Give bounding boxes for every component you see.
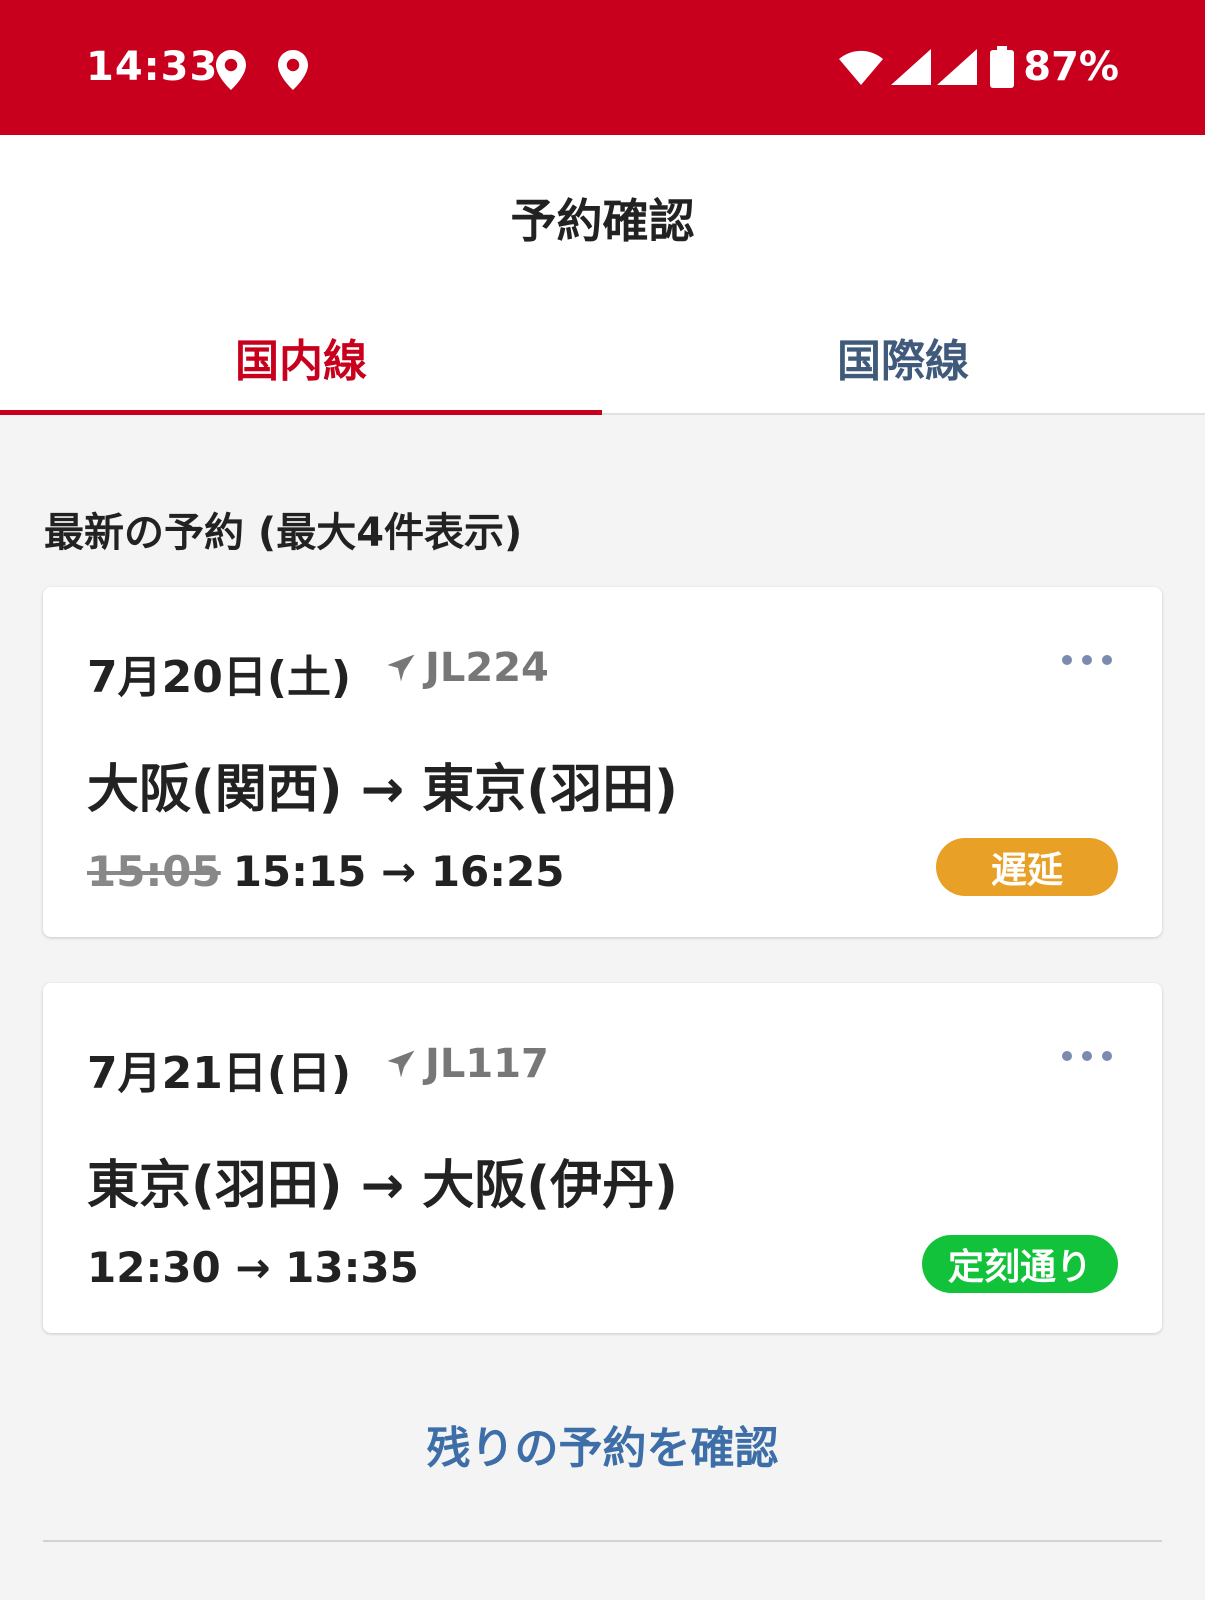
tab-domestic[interactable]: 国内線 (0, 325, 602, 389)
flight-number-text: JL224 (425, 645, 549, 691)
status-badge: 定刻通り (922, 1235, 1118, 1293)
status-time: 14:33 (86, 44, 219, 90)
status-indicators: 87% (837, 44, 1119, 90)
flight-times: 12:30 → 13:35 (87, 1243, 419, 1292)
reservation-card[interactable]: 7月20日(土) JL224 大阪(関西) → 東京(羽田) 15:05 15:1… (43, 587, 1162, 937)
tab-divider (602, 413, 1205, 415)
reservation-card[interactable]: 7月21日(日) JL117 東京(羽田) → 大阪(伊丹) 12:30 → 1… (43, 983, 1162, 1333)
battery-icon (990, 46, 1015, 88)
airplane-icon (387, 1050, 415, 1078)
airplane-icon (387, 654, 415, 682)
flight-number: JL224 (383, 645, 549, 691)
location-icon (278, 50, 308, 90)
route: 大阪(関西) → 東京(羽田) (87, 760, 678, 820)
status-badge: 遅延 (936, 838, 1118, 896)
signal-icon (937, 49, 978, 85)
more-options-icon[interactable] (1060, 651, 1114, 669)
page-title: 予約確認 (510, 194, 695, 248)
wifi-icon (839, 50, 884, 85)
flight-number-text: JL117 (425, 1041, 549, 1087)
header: 予約確認 国内線 国際線 (0, 135, 1205, 415)
battery-percent: 87% (1023, 44, 1119, 90)
more-options-icon[interactable] (1060, 1047, 1114, 1065)
active-tab-indicator (0, 410, 602, 415)
flight-number: JL117 (383, 1041, 549, 1087)
tab-international[interactable]: 国際線 (602, 325, 1204, 389)
signal-icon (891, 49, 932, 85)
time-range: 15:15 → 16:25 (232, 847, 565, 896)
divider (43, 1540, 1162, 1542)
original-departure-time: 15:05 (87, 847, 221, 896)
section-label: 最新の予約 (最大4件表示) (44, 510, 523, 556)
reservation-date: 7月21日(日) (87, 1048, 352, 1099)
flight-times: 15:05 15:15 → 16:25 (87, 847, 565, 896)
location-icon (216, 50, 246, 90)
status-bar: 14:33 87% (0, 0, 1205, 135)
view-remaining-reservations-link[interactable]: 残りの予約を確認 (0, 1412, 1205, 1476)
route: 東京(羽田) → 大阪(伊丹) (87, 1156, 678, 1216)
reservation-date: 7月20日(土) (87, 652, 352, 703)
